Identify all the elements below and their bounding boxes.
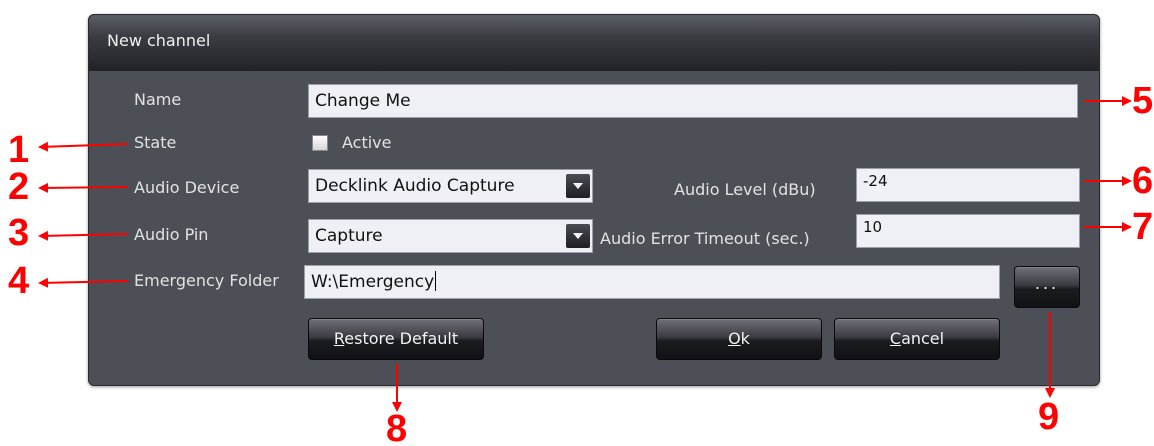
arrow-2 [38, 182, 129, 193]
callout-3: 3 [8, 212, 30, 254]
callout-1: 1 [8, 129, 30, 171]
arrow-1 [38, 141, 129, 152]
callout-5: 5 [1132, 80, 1154, 122]
callout-4: 4 [8, 260, 30, 302]
annotation-arrows [38, 96, 1132, 412]
callout-8: 8 [386, 408, 408, 446]
arrow-4 [38, 277, 129, 288]
callout-7: 7 [1132, 206, 1154, 248]
callout-9: 9 [1038, 396, 1060, 438]
callout-6: 6 [1132, 160, 1154, 202]
arrow-3 [38, 230, 129, 241]
callout-2: 2 [8, 166, 30, 208]
